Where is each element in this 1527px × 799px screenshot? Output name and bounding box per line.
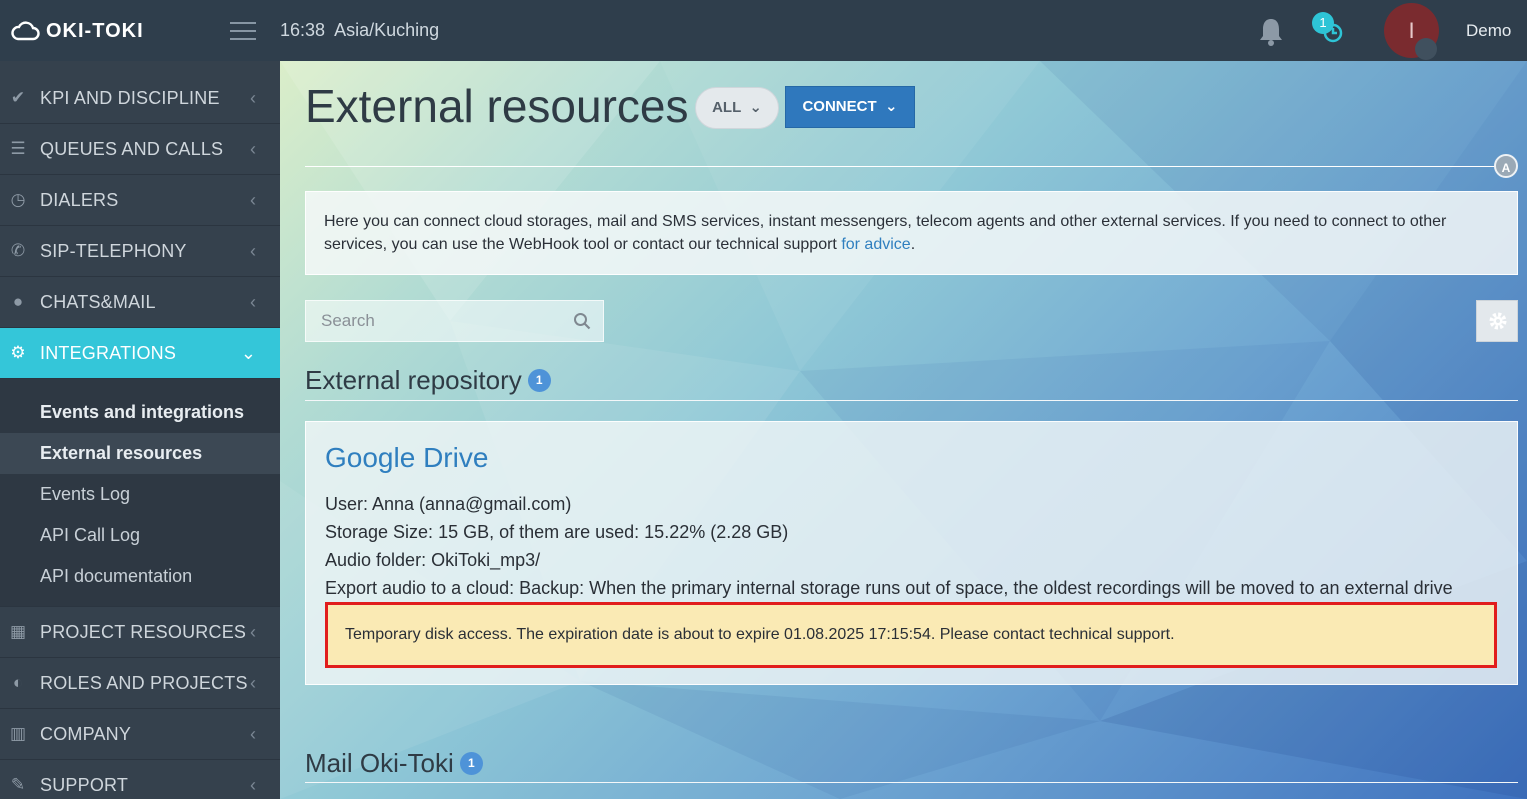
clock: 16:38 Asia/Kuching bbox=[280, 20, 439, 41]
search-box bbox=[305, 300, 604, 342]
section-title-text: External repository bbox=[305, 365, 522, 395]
chevron-down-icon: ⌄ bbox=[880, 98, 898, 115]
count-badge: 1 bbox=[459, 752, 483, 775]
bar-chart-icon: ▥ bbox=[9, 724, 27, 743]
main-content: External resources ALL ⌄ CONNECT ⌄ A Her… bbox=[280, 61, 1527, 799]
sidebar-item-label: ROLES AND PROJECTS bbox=[40, 672, 248, 693]
sidebar-item-label: PROJECT RESOURCES bbox=[40, 621, 247, 642]
count-badge: 1 bbox=[527, 369, 551, 392]
bell-icon[interactable] bbox=[1257, 16, 1285, 46]
sidebar: ✔ KPI AND DISCIPLINE ‹ ☰ QUEUES AND CALL… bbox=[0, 61, 280, 799]
info-panel: Here you can connect cloud storages, mai… bbox=[305, 191, 1518, 275]
card-user-line: User: Anna (anna@gmail.com) bbox=[325, 494, 572, 514]
sidebar-item-label: SIP-TELEPHONY bbox=[40, 240, 187, 261]
chat-icon: ● bbox=[12, 292, 24, 311]
section-divider bbox=[305, 400, 1518, 401]
grid-icon: ▦ bbox=[9, 622, 27, 641]
advice-link[interactable]: for advice bbox=[841, 236, 910, 253]
sidebar-item-kpi[interactable]: ✔ KPI AND DISCIPLINE ‹ bbox=[0, 61, 280, 124]
connect-dropdown-button[interactable]: CONNECT ⌄ bbox=[785, 86, 915, 128]
google-drive-card: Google Drive User: Anna (anna@gmail.com)… bbox=[305, 421, 1518, 685]
cloud-logo-icon bbox=[11, 21, 40, 41]
sidebar-item-label: DIALERS bbox=[40, 189, 119, 210]
gears-icon: ⚙ bbox=[10, 343, 26, 362]
settings-button[interactable] bbox=[1476, 300, 1518, 342]
submenu-item-external-resources[interactable]: External resources bbox=[0, 433, 280, 474]
list-icon: ☰ bbox=[10, 139, 26, 158]
chevron-left-icon: ‹ bbox=[250, 87, 256, 108]
sidebar-item-project-resources[interactable]: ▦ PROJECT RESOURCES ‹ bbox=[0, 607, 280, 658]
clock-time: 16:38 bbox=[280, 20, 326, 40]
sidebar-item-roles[interactable]: ◐ ROLES AND PROJECTS ‹ bbox=[0, 658, 280, 709]
sidebar-item-dialers[interactable]: ◷ DIALERS ‹ bbox=[0, 175, 280, 226]
sidebar-item-label: CHATS&MAIL bbox=[40, 291, 156, 312]
check-icon: ✔ bbox=[10, 88, 26, 107]
card-export-line: Export audio to a cloud: Backup: When th… bbox=[325, 578, 1453, 598]
sidebar-item-support[interactable]: ✎ SUPPORT ‹ bbox=[0, 760, 280, 799]
submenu-item-events-integrations[interactable]: Events and integrations bbox=[0, 392, 280, 433]
header-divider bbox=[305, 166, 1495, 167]
integrations-submenu: Events and integrations External resourc… bbox=[0, 379, 280, 607]
chevron-left-icon: ‹ bbox=[250, 240, 256, 261]
wrench-icon: ✎ bbox=[10, 775, 26, 794]
username[interactable]: Demo bbox=[1466, 21, 1511, 41]
chevron-left-icon: ‹ bbox=[250, 138, 256, 159]
sidebar-item-chats[interactable]: ● CHATS&MAIL ‹ bbox=[0, 277, 280, 328]
sidebar-item-label: QUEUES AND CALLS bbox=[40, 138, 224, 159]
gear-icon bbox=[1489, 312, 1507, 330]
expiration-warning: Temporary disk access. The expiration da… bbox=[325, 602, 1497, 668]
section-title-external-repository: External repository 1 bbox=[305, 365, 551, 396]
history-button[interactable]: 1 bbox=[1312, 12, 1348, 46]
chevron-left-icon: ‹ bbox=[250, 621, 256, 642]
submenu-item-events-log[interactable]: Events Log bbox=[0, 474, 280, 515]
clock-icon: ◷ bbox=[10, 190, 26, 209]
section-title-text: Mail Oki-Toki bbox=[305, 748, 454, 778]
page-title: External resources bbox=[305, 80, 689, 132]
sidebar-item-sip[interactable]: ✆ SIP-TELEPHONY ‹ bbox=[0, 226, 280, 277]
search-input[interactable] bbox=[306, 301, 603, 341]
section-divider bbox=[305, 782, 1518, 783]
section-title-mail: Mail Oki-Toki 1 bbox=[305, 748, 483, 779]
card-storage-line: Storage Size: 15 GB, of them are used: 1… bbox=[325, 522, 789, 542]
status-dot bbox=[1415, 38, 1437, 60]
chevron-left-icon: ‹ bbox=[250, 189, 256, 210]
logo-text: OKI-TOKI bbox=[46, 19, 144, 42]
submenu-item-api-docs[interactable]: API documentation bbox=[0, 556, 280, 597]
divider-badge[interactable]: A bbox=[1494, 154, 1518, 178]
chevron-down-icon: ⌄ bbox=[745, 99, 762, 116]
sidebar-item-label: KPI AND DISCIPLINE bbox=[40, 87, 220, 108]
logo[interactable]: OKI-TOKI bbox=[10, 17, 144, 45]
filter-all-dropdown[interactable]: ALL ⌄ bbox=[695, 87, 779, 129]
top-bar: OKI-TOKI 16:38 Asia/Kuching 1 I Demo bbox=[0, 0, 1527, 61]
card-audio-folder-line: Audio folder: OkiToki_mp3/ bbox=[325, 550, 541, 570]
sidebar-item-integrations[interactable]: ⚙ INTEGRATIONS ⌄ bbox=[0, 328, 280, 379]
filter-all-label: ALL bbox=[712, 99, 741, 116]
clock-timezone: Asia/Kuching bbox=[334, 20, 440, 40]
chevron-left-icon: ‹ bbox=[250, 774, 256, 795]
connect-label: CONNECT bbox=[802, 98, 877, 115]
chevron-down-icon: ⌄ bbox=[240, 342, 256, 363]
submenu-item-api-call-log[interactable]: API Call Log bbox=[0, 515, 280, 556]
history-count-badge: 1 bbox=[1312, 12, 1334, 34]
info-tail: . bbox=[910, 236, 916, 253]
sidebar-item-label: COMPANY bbox=[40, 723, 132, 744]
sidebar-item-label: INTEGRATIONS bbox=[40, 342, 177, 363]
chevron-left-icon: ‹ bbox=[250, 291, 256, 312]
toggle-icon: ◐ bbox=[12, 673, 24, 692]
sidebar-item-company[interactable]: ▥ COMPANY ‹ bbox=[0, 709, 280, 760]
phone-icon: ✆ bbox=[10, 241, 26, 260]
menu-toggle-icon[interactable] bbox=[230, 22, 256, 40]
chevron-left-icon: ‹ bbox=[250, 723, 256, 744]
sidebar-item-label: SUPPORT bbox=[40, 774, 129, 795]
card-title-link[interactable]: Google Drive bbox=[325, 442, 488, 474]
sidebar-item-queues[interactable]: ☰ QUEUES AND CALLS ‹ bbox=[0, 124, 280, 175]
search-icon[interactable] bbox=[573, 312, 591, 330]
chevron-left-icon: ‹ bbox=[250, 672, 256, 693]
